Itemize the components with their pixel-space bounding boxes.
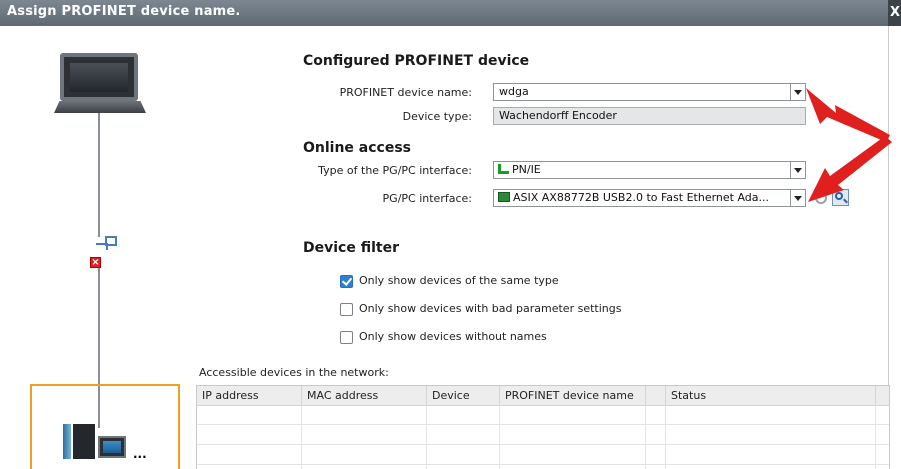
dialog-window: Assign PROFINET device name. X × ... Con… <box>0 0 901 469</box>
device-filter-heading: Device filter <box>303 240 399 256</box>
error-icon: × <box>90 257 101 268</box>
device-type-field: Wachendorff Encoder <box>493 107 806 125</box>
filter-bad-params-label: Only show devices with bad parameter set… <box>359 302 622 315</box>
laptop-base <box>54 101 146 113</box>
laptop-icon <box>60 53 138 101</box>
interface-label: PG/PC interface: <box>382 192 472 205</box>
col-divider <box>875 405 876 469</box>
col-divider <box>301 405 302 469</box>
interface-type-label: Type of the PG/PC interface: <box>318 164 472 177</box>
network-line-top <box>98 113 100 237</box>
device-name-combobox[interactable]: wdga <box>493 83 806 101</box>
col-mac-address[interactable]: MAC address <box>302 386 427 405</box>
col-profinet-device-name[interactable]: PROFINET device name <box>500 386 646 405</box>
col-spacer <box>646 386 666 405</box>
filter-bad-params-checkbox[interactable] <box>340 303 353 316</box>
device-type-value: Wachendorff Encoder <box>499 109 617 122</box>
table-header: IP address MAC address Device PROFINET d… <box>197 386 889 406</box>
col-status[interactable]: Status <box>666 386 876 405</box>
configured-device-heading: Configured PROFINET device <box>303 53 530 69</box>
window-title: Assign PROFINET device name. <box>7 4 241 19</box>
filter-no-names-label: Only show devices without names <box>359 330 547 343</box>
interface-combobox[interactable]: ASIX AX88772B USB2.0 to Fast Ethernet Ad… <box>493 189 806 207</box>
col-ip-address[interactable]: IP address <box>197 386 302 405</box>
filter-same-type-checkbox[interactable] <box>340 275 353 288</box>
col-divider <box>426 405 427 469</box>
network-link <box>96 243 108 250</box>
network-adapter-icon <box>498 192 510 202</box>
annotation-arrows <box>806 88 892 202</box>
hmi-screen-icon <box>98 436 126 458</box>
title-bar: Assign PROFINET device name. <box>0 0 888 26</box>
col-divider <box>645 405 646 469</box>
interface-type-value: PN/IE <box>512 163 541 176</box>
filter-same-type-label: Only show devices of the same type <box>359 274 559 287</box>
plc-device-icon <box>63 424 71 459</box>
online-access-heading: Online access <box>303 140 412 156</box>
annotation-arrow-upper <box>806 88 890 142</box>
more-icon: ... <box>133 447 147 461</box>
col-divider <box>665 405 666 469</box>
grid-caption: Accessible devices in the network: <box>199 366 389 379</box>
pnie-icon <box>498 164 509 174</box>
annotation-arrow-lower <box>808 136 892 202</box>
filter-no-names-checkbox[interactable] <box>340 331 353 344</box>
device-name-value: wdga <box>499 85 529 98</box>
col-divider <box>499 405 500 469</box>
interface-value: ASIX AX88772B USB2.0 to Fast Ethernet Ad… <box>513 191 770 204</box>
devices-table[interactable]: IP address MAC address Device PROFINET d… <box>196 385 890 469</box>
interface-type-combobox[interactable]: PN/IE <box>493 161 806 179</box>
close-icon[interactable]: X <box>888 0 901 26</box>
plc-module-icon <box>73 424 95 459</box>
col-device[interactable]: Device <box>427 386 500 405</box>
device-type-label: Device type: <box>402 110 472 123</box>
device-name-label: PROFINET device name: <box>339 86 472 99</box>
